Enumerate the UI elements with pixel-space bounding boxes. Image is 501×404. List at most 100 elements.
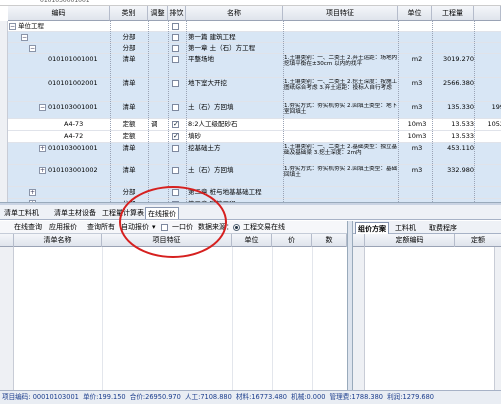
col-header-code[interactable]: 编码: [8, 6, 110, 21]
exclude-checkbox[interactable]: [172, 145, 179, 152]
column-divider: [110, 21, 111, 202]
exclude-checkbox[interactable]: [172, 45, 179, 52]
cell-type: 分部: [122, 188, 136, 196]
col-header-bill-name[interactable]: 清单名称: [14, 234, 102, 247]
column-divider: [232, 247, 233, 390]
cell-name: 8:2人工级配砂石: [188, 120, 238, 128]
col-header-qty[interactable]: 工程量: [432, 6, 474, 21]
tab-online-quote[interactable]: 在线报价: [145, 207, 179, 219]
col-header-feature[interactable]: 项目特征: [283, 6, 398, 21]
one-price-checkbox[interactable]: [161, 224, 168, 231]
expand-icon[interactable]: +: [39, 145, 46, 152]
col-header-type[interactable]: 类别: [110, 6, 148, 21]
cell-price: 199: [491, 103, 501, 111]
cell-price: 1052: [487, 120, 501, 128]
collapse-icon[interactable]: −: [9, 23, 16, 30]
table-row[interactable]: 010101001001 清单 平整场地 1.土壤类别：一、二类土 2.弃土运距：场地…: [8, 54, 501, 78]
row-number-gutter: [0, 247, 14, 390]
cell-feature: 1.夯实方式：夯实机夯实 2.回填土类型：基础回填土: [284, 166, 398, 179]
cell-unit: m3: [411, 166, 423, 174]
table-row[interactable]: + 分部 第二章 桩与地基基础工程: [8, 187, 501, 199]
cell-adjust: 调: [151, 120, 158, 128]
col-header-bill-count[interactable]: 数: [312, 234, 347, 247]
cell-type: 清单: [122, 103, 136, 111]
cell-type: 定额: [122, 120, 136, 128]
quote-table-header: 清单名称 项目特征 单位 价 数: [0, 234, 347, 247]
table-row[interactable]: − 分部 第一篇 建筑工程: [8, 32, 501, 43]
tab-bill-main-material[interactable]: 清单主材设备: [52, 207, 98, 219]
exclude-checkbox[interactable]: [172, 189, 179, 196]
col-header-bill-unit[interactable]: 单位: [232, 234, 272, 247]
cell-name: 第一篇 建筑工程: [188, 33, 236, 41]
exclude-checkbox[interactable]: [172, 23, 179, 30]
cell-name: 土（石）方回填: [188, 166, 234, 174]
col-header-quota-code[interactable]: 定额编码: [365, 234, 455, 247]
data-source-label: 数据来源：: [198, 223, 233, 231]
collapse-icon[interactable]: −: [29, 45, 36, 52]
collapse-icon[interactable]: −: [39, 104, 46, 111]
column-divider: [272, 247, 273, 390]
status-mgmt: 管理费:1788.380: [329, 393, 383, 401]
radio-exchange[interactable]: [233, 224, 240, 231]
cell-type: 清单: [122, 55, 136, 63]
exclude-checkbox[interactable]: [172, 167, 179, 174]
expand-icon[interactable]: +: [29, 189, 36, 196]
tab-labor-material[interactable]: 工料机: [393, 222, 418, 234]
status-machine: 机械:0.000: [291, 393, 326, 401]
col-header-adjust[interactable]: 调整: [148, 6, 168, 21]
cell-code: 010103001002: [48, 166, 98, 174]
col-header-bill-feature[interactable]: 项目特征: [102, 234, 232, 247]
table-row[interactable]: 010101002001 清单 地下室大开挖 1.土壤类别：一、二类土 2.挖土深度：…: [8, 78, 501, 102]
col-header-exclude[interactable]: 排饮: [168, 6, 186, 21]
query-all-button[interactable]: 查询所有: [87, 222, 115, 233]
apply-quote-button[interactable]: 应用报价: [49, 222, 77, 233]
table-row[interactable]: − 单位工程: [8, 21, 501, 32]
exclude-checkbox[interactable]: [172, 56, 179, 63]
cell-name: 第一章 土（石）方工程: [188, 44, 256, 52]
table-row[interactable]: −010103001001 清单 土（石）方回填 1.夯实方式：夯实机夯实 2.回填土…: [8, 102, 501, 119]
cell-name: 地下室大开挖: [188, 79, 227, 87]
col-header-price[interactable]: [474, 6, 501, 21]
table-row[interactable]: − 分部 第一章 土（石）方工程: [8, 43, 501, 54]
expand-icon[interactable]: +: [39, 167, 46, 174]
table-row[interactable]: +010103001001 清单 挖基础土方 1.土壤类别：一、二类土 2.基础类型：…: [8, 143, 501, 165]
tab-bill-labor-material[interactable]: 清单工料机: [2, 207, 41, 219]
chevron-down-icon[interactable]: ▾: [152, 222, 156, 233]
column-divider: [312, 247, 313, 390]
right-table-body[interactable]: [353, 247, 501, 390]
status-profit: 利润:1279.680: [387, 393, 434, 401]
exclude-checkbox[interactable]: [172, 80, 179, 87]
cell-name: 第二章 桩与地基基础工程: [188, 188, 262, 196]
exclude-checkbox[interactable]: [172, 34, 179, 41]
online-query-button[interactable]: 在线查询: [14, 222, 42, 233]
status-bar: 项目编码: 00010103001 单价:199.150 合价:26950.97…: [0, 390, 501, 404]
cell-qty: 13.533: [451, 120, 474, 128]
col-header-bill-price[interactable]: 价: [272, 234, 312, 247]
column-divider: [168, 21, 169, 202]
exclude-checkbox[interactable]: [172, 104, 179, 111]
radio-dot-icon: [235, 226, 238, 229]
right-scrollbar[interactable]: [494, 247, 501, 390]
col-header-unit[interactable]: 单位: [398, 6, 432, 21]
auto-quote-button[interactable]: 自动报价: [121, 222, 149, 233]
exclude-checkbox[interactable]: [172, 120, 179, 128]
tab-fee-program[interactable]: 取费程序: [427, 222, 459, 234]
cell-feature: 1.土壤类别：一、二类土 2.挖土深度：按施工图纸综合考虑 3.弃土运距：投标人…: [284, 79, 398, 92]
bill-grid[interactable]: 编码 类别 调整 排饮 名称 项目特征 单位 工程量 − 单位工程 − 分部 第一篇 建…: [0, 6, 501, 202]
cell-unit: 10m3: [407, 132, 427, 140]
table-row[interactable]: +010103001002 清单 土（石）方回填 1.夯实方式：夯实机夯实 2.回填土…: [8, 165, 501, 187]
cell-code: 010101001001: [48, 55, 98, 63]
tab-quantity-calc[interactable]: 工程量计算表: [100, 207, 146, 219]
table-row[interactable]: A4-73 定额 调 8:2人工级配砂石 10m3 13.533 1052: [8, 119, 501, 131]
col-header-quota[interactable]: 定额: [455, 234, 501, 247]
exclude-checkbox[interactable]: [172, 132, 179, 140]
quote-table-body[interactable]: [0, 247, 347, 390]
col-header-name[interactable]: 名称: [186, 6, 283, 21]
table-row[interactable]: A4-72 定额 填砂 10m3 13.533: [8, 131, 501, 143]
col-header-index: [0, 234, 14, 247]
cell-qty: 2566.380: [442, 79, 474, 87]
column-divider: [102, 247, 103, 390]
cell-qty: 453.110: [447, 144, 474, 152]
tab-pricing-scheme[interactable]: 组价方案: [355, 222, 389, 234]
collapse-icon[interactable]: −: [21, 34, 28, 41]
